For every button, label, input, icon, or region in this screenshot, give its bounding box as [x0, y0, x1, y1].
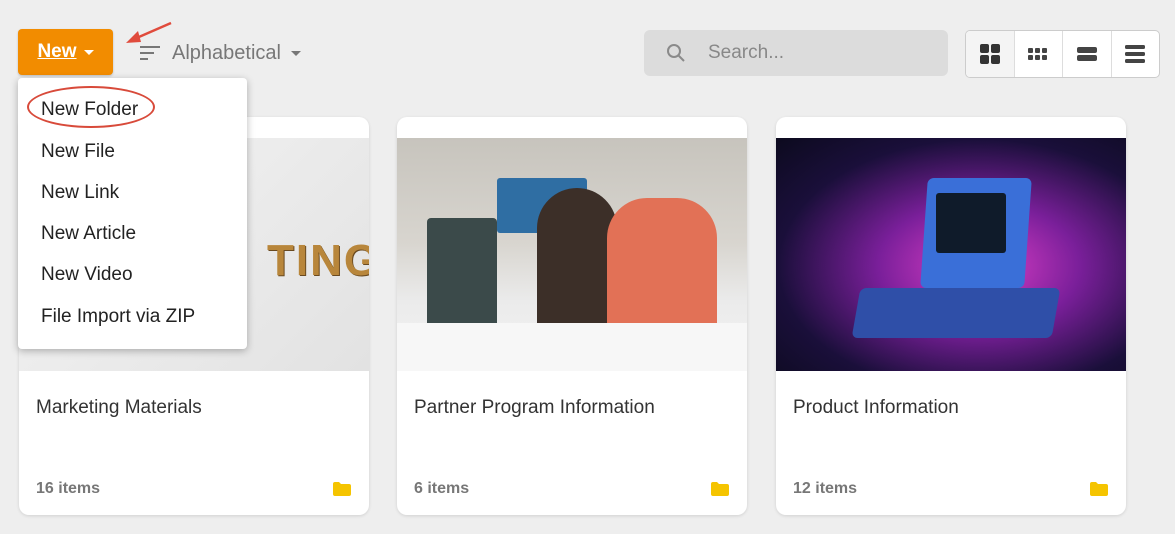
new-button-label: New [37, 41, 77, 62]
item-count: 16 items [36, 480, 101, 497]
compact-list-view-button[interactable] [1110, 31, 1160, 77]
menu-item-new-file[interactable]: New File [41, 141, 115, 163]
menu-item-new-link[interactable]: New Link [41, 182, 119, 204]
new-menu: New Folder New File New Link New Article… [18, 78, 247, 349]
menu-item-new-video[interactable]: New Video [41, 264, 133, 286]
large-grid-view-button[interactable] [966, 31, 1014, 77]
search-box[interactable] [644, 30, 948, 76]
card-title: Marketing Materials [36, 397, 202, 418]
chevron-down-icon [83, 49, 94, 55]
thumbnail-text: TING [267, 236, 369, 285]
folder-card[interactable]: Product Information 12 items [776, 117, 1126, 515]
card-thumbnail [397, 138, 747, 371]
sort-label: Alphabetical [172, 41, 281, 64]
list-view-button[interactable] [1062, 31, 1111, 77]
menu-item-file-import-zip[interactable]: File Import via ZIP [41, 306, 195, 328]
card-thumbnail [776, 138, 1126, 371]
chevron-down-icon [290, 50, 301, 56]
sort-icon [140, 46, 160, 60]
card-title: Partner Program Information [414, 397, 655, 418]
item-count: 12 items [793, 480, 858, 497]
folder-icon [333, 482, 351, 496]
card-title: Product Information [793, 397, 959, 418]
large-grid-icon [979, 44, 1000, 64]
search-icon [667, 44, 685, 62]
list-icon [1076, 47, 1097, 61]
menu-item-new-article[interactable]: New Article [41, 223, 136, 245]
compact-list-icon [1125, 45, 1146, 63]
folder-card[interactable]: Partner Program Information 6 items [397, 117, 747, 515]
sort-dropdown[interactable]: Alphabetical [140, 40, 301, 66]
menu-item-new-folder[interactable]: New Folder [41, 99, 138, 121]
folder-icon [711, 482, 729, 496]
search-input[interactable] [706, 41, 930, 65]
new-button[interactable]: New [18, 29, 113, 75]
small-grid-icon [1028, 48, 1048, 60]
view-mode-group [965, 30, 1160, 78]
item-count: 6 items [414, 480, 470, 497]
small-grid-view-button[interactable] [1013, 31, 1063, 77]
folder-icon [1090, 482, 1108, 496]
